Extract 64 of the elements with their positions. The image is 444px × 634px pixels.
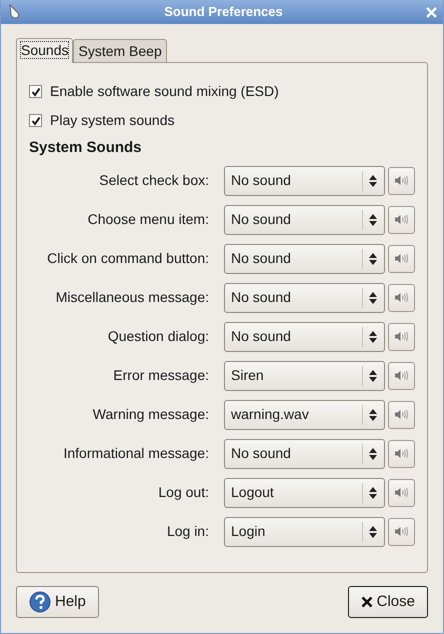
sound-dropdown[interactable]: Logout xyxy=(224,478,386,508)
speaker-icon xyxy=(394,214,410,225)
updown-arrows-icon xyxy=(369,252,378,264)
play-button[interactable] xyxy=(388,440,415,468)
play-button[interactable] xyxy=(388,478,415,506)
play-button[interactable] xyxy=(388,166,415,194)
app-icon xyxy=(7,4,21,20)
speaker-icon xyxy=(394,370,410,381)
field-label: Log in: xyxy=(166,522,209,541)
play-button[interactable] xyxy=(388,362,415,390)
field-label: Question dialog: xyxy=(106,327,209,346)
speaker-icon xyxy=(394,448,410,459)
sound-dropdown[interactable]: No sound xyxy=(224,244,386,274)
field-label: Log out: xyxy=(157,483,209,502)
window-title: Sound Preferences xyxy=(163,3,284,22)
updown-arrows-icon xyxy=(369,448,378,460)
checkbox[interactable] xyxy=(29,114,42,127)
updown-arrows-icon xyxy=(369,174,378,186)
speaker-icon xyxy=(394,292,410,303)
help-button[interactable]: Help xyxy=(16,586,99,618)
sound-dropdown[interactable]: No sound xyxy=(224,322,386,352)
play-button[interactable] xyxy=(388,284,415,312)
field-label: Click on command button: xyxy=(46,249,209,268)
sound-dropdown[interactable]: No sound xyxy=(224,166,386,196)
speaker-icon xyxy=(394,253,410,264)
updown-arrows-icon xyxy=(369,214,378,226)
section-heading: System Sounds xyxy=(29,138,143,158)
tab[interactable]: System Beep xyxy=(73,39,167,62)
sound-dropdown[interactable]: Siren xyxy=(224,360,386,390)
updown-arrows-icon xyxy=(369,370,378,382)
sound-dropdown[interactable]: No sound xyxy=(224,282,386,312)
close-icon xyxy=(360,596,373,608)
checkbox-label: Enable software sound mixing (ESD) xyxy=(50,82,279,101)
speaker-icon xyxy=(394,409,410,420)
speaker-icon xyxy=(394,331,410,342)
sound-dropdown[interactable]: warning.wav xyxy=(224,400,386,430)
updown-arrows-icon xyxy=(369,408,378,420)
updown-arrows-icon xyxy=(369,526,378,538)
updown-arrows-icon xyxy=(369,486,378,498)
checkbox-label: Play system sounds xyxy=(50,111,174,130)
play-button[interactable] xyxy=(388,322,415,350)
speaker-icon xyxy=(394,526,410,537)
close-icon[interactable] xyxy=(426,6,437,18)
sound-dropdown[interactable]: No sound xyxy=(224,204,386,234)
speaker-icon xyxy=(394,175,410,186)
play-button[interactable] xyxy=(388,400,415,428)
checkbox[interactable] xyxy=(29,85,42,98)
sound-dropdown[interactable]: Login xyxy=(224,516,386,546)
updown-arrows-icon xyxy=(369,292,378,304)
tab[interactable]: Sounds xyxy=(16,38,74,63)
play-button[interactable] xyxy=(388,244,415,272)
field-label: Warning message: xyxy=(92,405,209,424)
close-button[interactable]: Close xyxy=(348,586,428,618)
field-label: Error message: xyxy=(112,366,209,385)
play-button[interactable] xyxy=(388,206,415,234)
field-label: Choose menu item: xyxy=(86,210,209,229)
field-label: Informational message: xyxy=(62,444,209,463)
speaker-icon xyxy=(394,487,410,498)
field-label: Miscellaneous message: xyxy=(54,288,209,307)
updown-arrows-icon xyxy=(369,330,378,342)
help-icon xyxy=(29,591,51,613)
play-button[interactable] xyxy=(388,518,415,546)
field-label: Select check box: xyxy=(98,171,209,190)
sound-dropdown[interactable]: No sound xyxy=(224,438,386,468)
